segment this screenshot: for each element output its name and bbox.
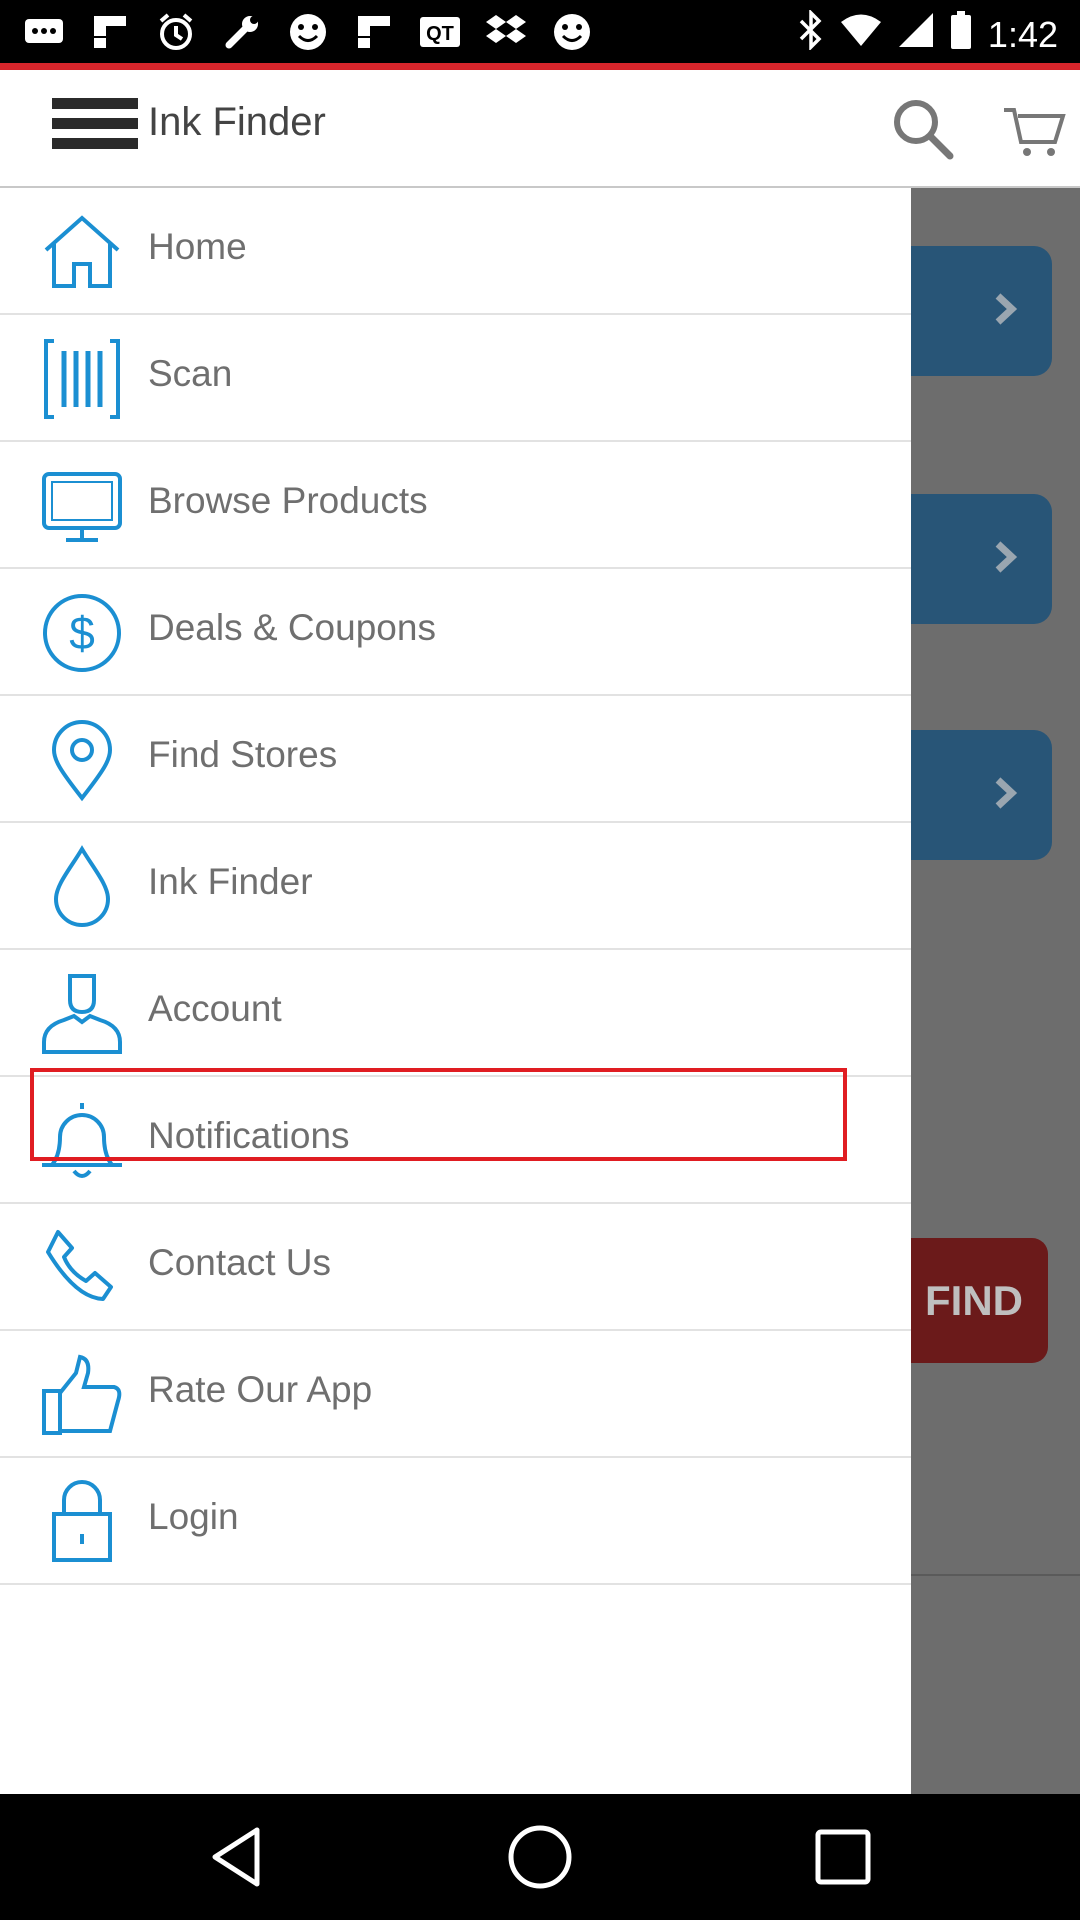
- menu-item-deals-coupons[interactable]: $ Deals & Coupons: [0, 569, 911, 696]
- wifi-icon: [840, 13, 882, 56]
- location-pin-icon: [40, 718, 124, 802]
- menu-item-scan[interactable]: Scan: [0, 315, 911, 442]
- recents-icon[interactable]: [808, 1822, 878, 1892]
- brand-strip: [0, 63, 1080, 70]
- chat-bubbles-icon: [22, 10, 66, 54]
- ink-drop-icon: [40, 845, 124, 929]
- app-title: Ink Finder: [148, 100, 326, 144]
- search-icon[interactable]: [888, 94, 958, 164]
- navigation-drawer: Home Scan Browse Products $ Deals & Coup…: [0, 188, 911, 1794]
- signal-icon: [898, 12, 934, 57]
- phone-icon: [40, 1226, 124, 1310]
- menu-label: Deals & Coupons: [148, 607, 436, 648]
- smiley-icon: [286, 10, 330, 54]
- smiley-icon: [550, 10, 594, 54]
- status-bar: QT 1:42: [0, 0, 1080, 63]
- menu-label: Contact Us: [148, 1242, 332, 1283]
- chevron-right-icon: [995, 777, 1018, 809]
- menu-label: Rate Our App: [148, 1369, 373, 1410]
- chevron-right-icon: [995, 541, 1018, 573]
- flipboard-icon: [88, 10, 132, 54]
- menu-item-home[interactable]: Home: [0, 188, 911, 315]
- menu-item-browse-products[interactable]: Browse Products: [0, 442, 911, 569]
- menu-item-login[interactable]: Login: [0, 1458, 911, 1585]
- menu-label: Login: [148, 1496, 239, 1537]
- home-icon: [40, 210, 124, 294]
- menu-item-account[interactable]: Account: [0, 950, 911, 1077]
- alarm-icon: [154, 10, 198, 54]
- system-tray: 1:42: [798, 8, 1058, 59]
- lock-icon: [40, 1480, 124, 1564]
- bluetooth-icon: [798, 8, 824, 59]
- home-circle-icon[interactable]: [505, 1822, 575, 1892]
- menu-item-rate-our-app[interactable]: Rate Our App: [0, 1331, 911, 1458]
- notification-icons: QT: [22, 10, 594, 54]
- menu-item-contact-us[interactable]: Contact Us: [0, 1204, 911, 1331]
- monitor-icon: [40, 464, 124, 548]
- cart-icon[interactable]: [1000, 94, 1070, 164]
- dollar-icon: $: [40, 591, 124, 675]
- svg-text:QT: QT: [426, 23, 454, 45]
- menu-label: Scan: [148, 353, 233, 394]
- menu-label: Home: [148, 226, 247, 267]
- menu-label: Browse Products: [148, 480, 428, 521]
- app-bar: Ink Finder: [0, 70, 1080, 188]
- status-time: 1:42: [987, 13, 1058, 55]
- menu-item-ink-finder[interactable]: Ink Finder: [0, 823, 911, 950]
- menu-label: Account: [148, 988, 282, 1029]
- person-icon: [40, 972, 124, 1056]
- chevron-right-icon: [995, 293, 1018, 325]
- svg-text:$: $: [69, 607, 95, 659]
- menu-label: Find Stores: [148, 734, 338, 775]
- qt-icon: QT: [418, 10, 462, 54]
- thumbs-up-icon: [40, 1353, 124, 1437]
- hamburger-icon[interactable]: [52, 98, 138, 156]
- dropbox-icon: [484, 10, 528, 54]
- menu-label: Ink Finder: [148, 861, 313, 902]
- battery-icon: [950, 11, 972, 58]
- system-nav-bar: [0, 1794, 1080, 1920]
- barcode-icon: [40, 337, 124, 421]
- wrench-icon: [220, 10, 264, 54]
- flipboard-icon: [352, 10, 396, 54]
- back-icon[interactable]: [205, 1822, 275, 1892]
- menu-item-find-stores[interactable]: Find Stores: [0, 696, 911, 823]
- highlight-box: [30, 1068, 847, 1161]
